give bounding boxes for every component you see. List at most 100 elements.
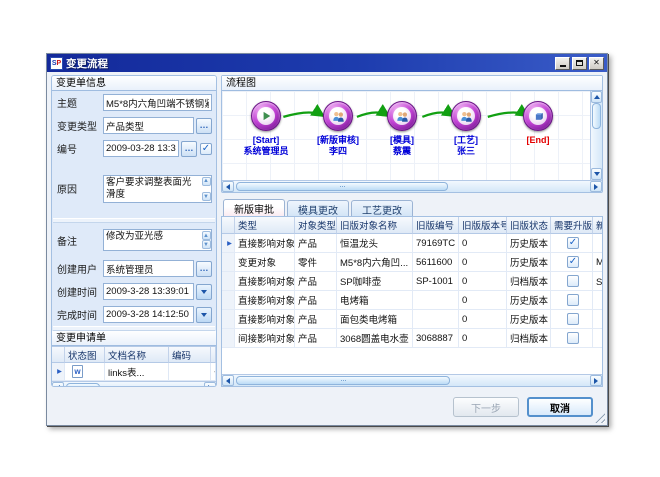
finish-time-input[interactable] <box>103 306 194 323</box>
change-type-browse-button[interactable]: … <box>196 118 212 134</box>
col-old-status[interactable]: 旧版状态 <box>507 217 551 234</box>
objects-table: 类型 对象类型 旧版对象名称 旧版编号 旧版版本号 旧版状态 需要升版 新版 ▸… <box>221 216 603 387</box>
tabbar: 新版审批 模具更改 工艺更改 <box>221 199 603 217</box>
flow-node-end[interactable] <box>523 101 553 131</box>
scrollbar-thumb[interactable] <box>592 103 601 129</box>
scroll-right-icon[interactable] <box>590 181 602 192</box>
finish-time-dropdown-button[interactable] <box>196 307 212 323</box>
change-request-section: 变更申请单 状态图 文档名称 编码 ▸ links表... 普通 <box>52 331 216 386</box>
upgrade-checkbox[interactable] <box>567 294 579 306</box>
maximize-button[interactable] <box>572 57 587 70</box>
flow-node-craft[interactable] <box>451 101 481 131</box>
reason-row: 原因 客户要求调整表面光滑度 ▲ ▼ <box>52 160 216 218</box>
col-old-no[interactable]: 旧版编号 <box>413 217 459 234</box>
remark-label: 备注 <box>57 226 103 248</box>
number-row: 编号 … <box>52 137 216 160</box>
table-row[interactable]: 直接影响对象产品 面包类电烤箱 0历史版本 <box>222 310 602 329</box>
scrollbar-thumb[interactable] <box>236 376 450 385</box>
upgrade-checkbox[interactable] <box>567 275 579 287</box>
change-type-row: 变更类型 … <box>52 114 216 137</box>
upgrade-checkbox[interactable] <box>567 313 579 325</box>
scroll-right-icon[interactable] <box>590 375 602 386</box>
objects-table-hscrollbar[interactable] <box>222 374 602 386</box>
creator-browse-button[interactable]: … <box>196 261 212 277</box>
tab-new-version-approval[interactable]: 新版审批 <box>223 199 285 217</box>
scroll-right-icon[interactable] <box>204 382 216 386</box>
col-obj-type[interactable]: 对象类型 <box>295 217 337 234</box>
maximize-icon <box>576 60 583 66</box>
reason-textarea[interactable]: 客户要求调整表面光滑度 <box>104 176 201 203</box>
number-checkbox[interactable] <box>200 143 212 155</box>
remark-row: 备注 修改为亚光感 ▲ ▼ <box>52 223 216 257</box>
table-row[interactable]: 间接影响对象产品 3068圆盖电水壶3068887 0归档版本 <box>222 329 602 348</box>
cancel-button[interactable]: 取消 <box>527 397 593 417</box>
finish-time-label: 完成时间 <box>57 307 103 322</box>
chevron-down-icon <box>201 290 207 294</box>
row-selector-icon: ▸ <box>222 234 235 253</box>
tab-craft-change[interactable]: 工艺更改 <box>351 200 413 217</box>
scroll-down-icon[interactable]: ▼ <box>202 192 211 201</box>
subject-row: 主题 <box>52 91 216 114</box>
flow-node-mold[interactable] <box>387 101 417 131</box>
tab-mold-change[interactable]: 模具更改 <box>287 200 349 217</box>
finish-time-row: 完成时间 <box>52 303 216 326</box>
titlebar[interactable]: SP 变更流程 ✕ <box>47 54 607 72</box>
next-button[interactable]: 下一步 <box>453 397 519 417</box>
footer: 下一步 取消 <box>47 389 607 425</box>
flow-label-start: [Start]系统管理员 <box>226 135 306 158</box>
flow-label-end: [End] <box>498 135 578 146</box>
upgrade-checkbox[interactable] <box>567 332 579 344</box>
number-input[interactable] <box>103 140 179 157</box>
window-title: 变更流程 <box>66 56 555 71</box>
scroll-up-icon[interactable] <box>591 91 602 103</box>
flow-chart-canvas[interactable]: [Start]系统管理员 [新版审核]李四 [模具]蔡震 <box>222 91 590 180</box>
reason-label: 原因 <box>57 163 103 196</box>
flow-hscrollbar[interactable] <box>222 180 602 192</box>
scroll-left-icon[interactable] <box>222 375 234 386</box>
col-code[interactable]: 编码 <box>169 347 211 363</box>
create-time-dropdown-button[interactable] <box>196 284 212 300</box>
scrollbar-thumb[interactable] <box>66 383 100 386</box>
col-new-name[interactable]: 新版 <box>593 217 603 234</box>
col-type[interactable]: 类型 <box>235 217 295 234</box>
minimize-button[interactable] <box>555 57 570 70</box>
table-row[interactable]: ▸ 直接影响对象产品 恒温龙头79169TC 0历史版本 <box>222 234 602 253</box>
flow-vscrollbar[interactable] <box>590 91 602 180</box>
people-icon <box>396 111 409 122</box>
scroll-down-icon[interactable] <box>591 168 602 180</box>
col-doc-name[interactable]: 文档名称 <box>105 347 169 363</box>
col-upgrade[interactable]: 需要升版 <box>551 217 593 234</box>
close-button[interactable]: ✕ <box>589 57 604 70</box>
request-table-hscrollbar[interactable] <box>52 381 216 386</box>
col-status-icon[interactable]: 状态图 <box>65 347 105 363</box>
remark-textarea[interactable]: 修改为亚光感 <box>104 230 201 250</box>
change-order-info-panel: 变更单信息 主题 变更类型 … 编号 … <box>51 75 217 387</box>
objects-table-header: 类型 对象类型 旧版对象名称 旧版编号 旧版版本号 旧版状态 需要升版 新版 <box>222 217 602 234</box>
change-request-row[interactable]: ▸ links表... 普通 <box>52 363 216 381</box>
scroll-up-icon[interactable]: ▲ <box>202 231 211 240</box>
flow-node-start[interactable] <box>251 101 281 131</box>
upgrade-checkbox[interactable] <box>567 256 579 268</box>
subject-input[interactable] <box>103 94 212 111</box>
number-browse-button[interactable]: … <box>181 141 197 157</box>
scroll-left-icon[interactable] <box>52 382 64 386</box>
create-time-input[interactable] <box>103 283 194 300</box>
scroll-left-icon[interactable] <box>222 181 234 192</box>
cube-icon <box>533 111 544 122</box>
table-row[interactable]: 直接影响对象产品 SP咖啡壶SP-1001 0归档版本 SP咖 <box>222 272 602 291</box>
scrollbar-thumb[interactable] <box>236 182 448 191</box>
col-old-name[interactable]: 旧版对象名称 <box>337 217 413 234</box>
creator-input[interactable] <box>103 260 194 277</box>
chevron-down-icon <box>201 313 207 317</box>
col-old-ver[interactable]: 旧版版本号 <box>459 217 507 234</box>
scroll-down-icon[interactable]: ▼ <box>202 240 211 249</box>
change-request-table-header: 状态图 文档名称 编码 <box>52 347 216 363</box>
scroll-up-icon[interactable]: ▲ <box>202 177 211 186</box>
change-request-table: 状态图 文档名称 编码 ▸ links表... 普通 <box>52 346 216 386</box>
table-row[interactable]: 直接影响对象产品 电烤箱 0历史版本 <box>222 291 602 310</box>
upgrade-checkbox[interactable] <box>567 237 579 249</box>
flow-node-review[interactable] <box>323 101 353 131</box>
doc-name-cell: links表... <box>105 363 169 381</box>
change-type-input[interactable] <box>103 117 194 134</box>
table-row[interactable]: 变更对象零件 M5*8内六角凹...5611600 0历史版本 M5*8 <box>222 253 602 272</box>
